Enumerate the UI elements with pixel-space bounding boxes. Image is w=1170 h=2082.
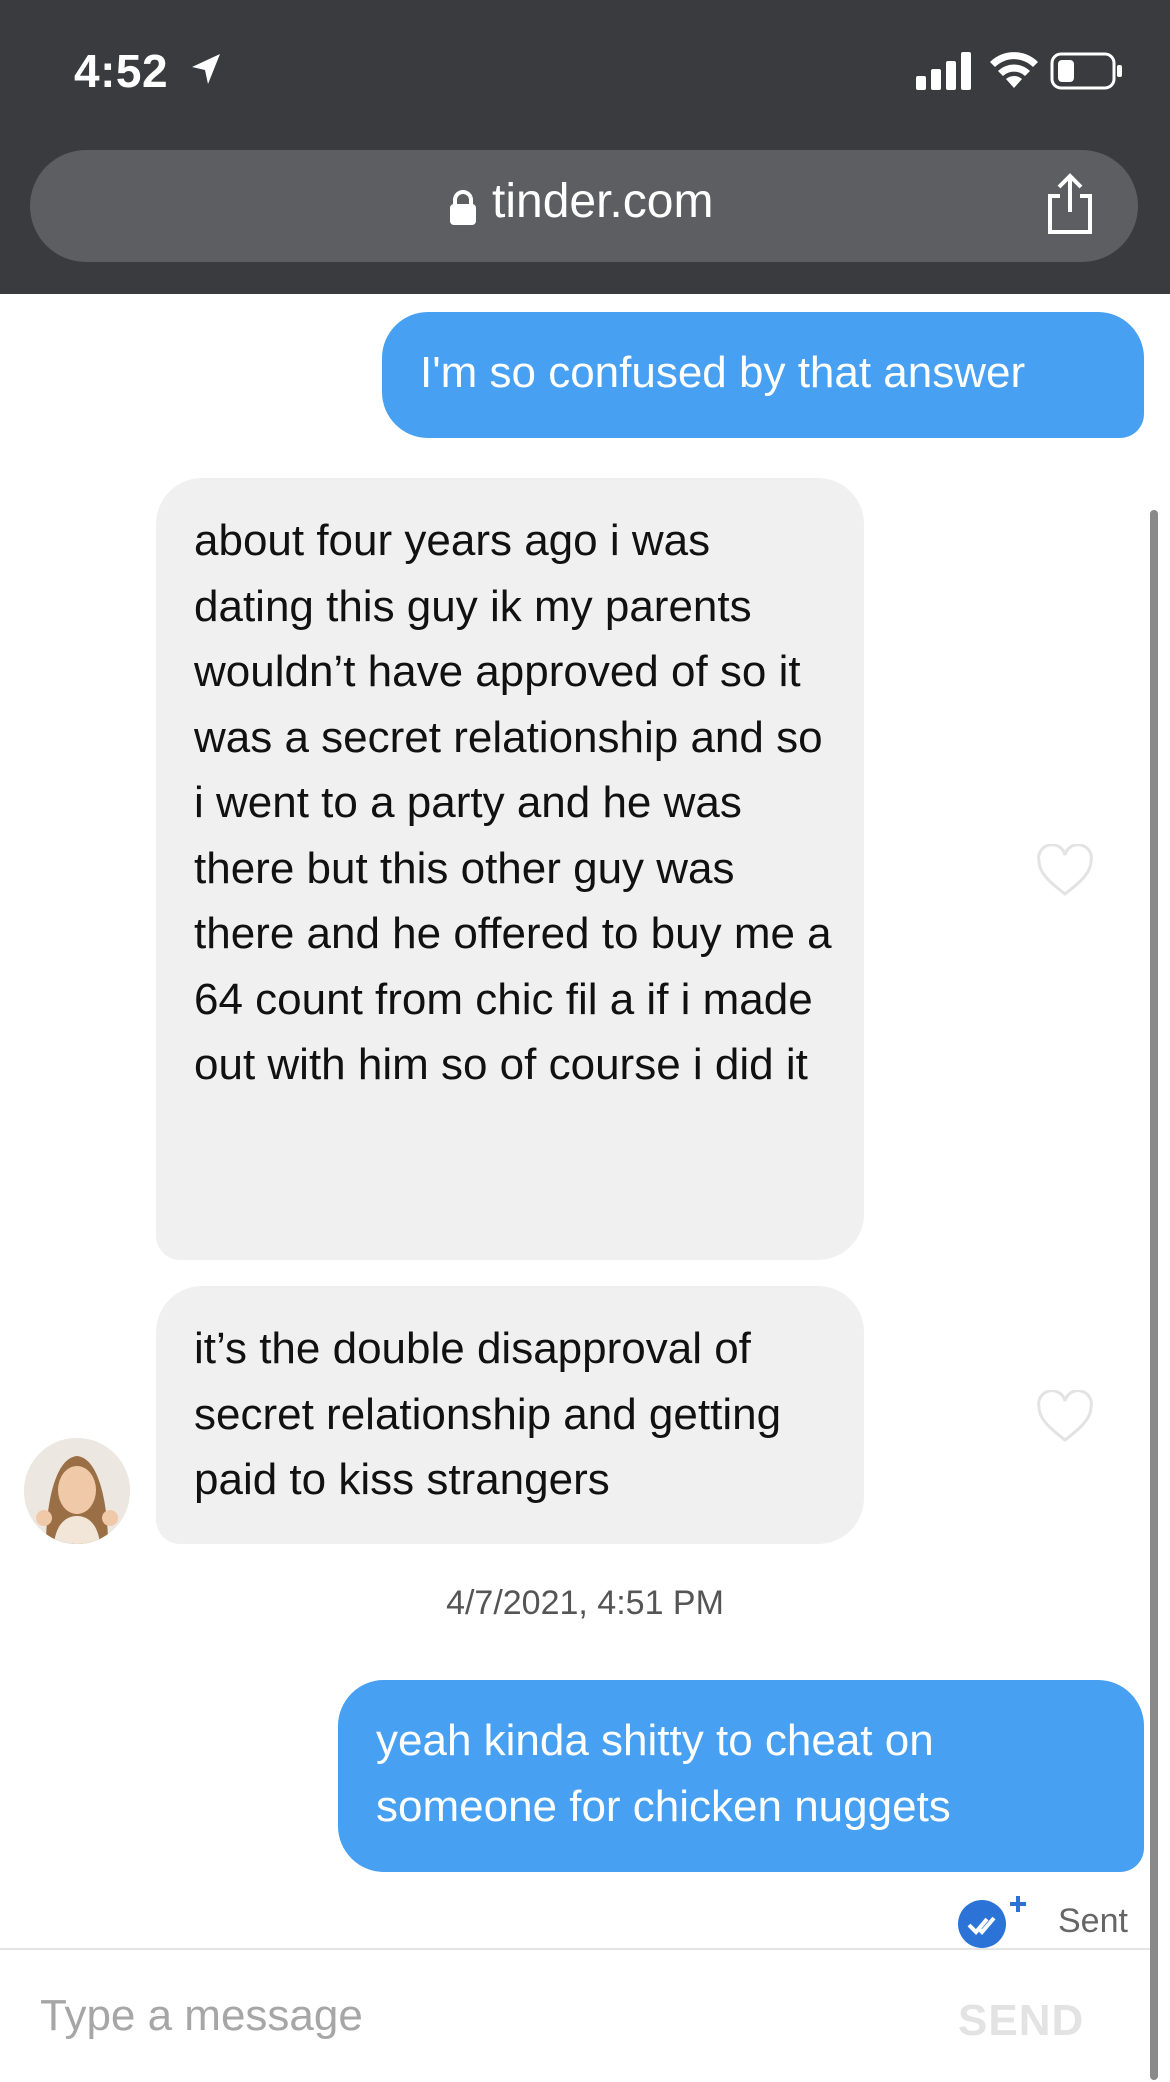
send-button[interactable]: SEND — [958, 1996, 1084, 2046]
wifi-icon — [990, 52, 1038, 88]
match-avatar[interactable] — [24, 1438, 130, 1544]
cellular-signal-icon — [916, 52, 971, 90]
scrollbar[interactable] — [1150, 510, 1158, 2080]
outgoing-message[interactable]: yeah kinda shitty to cheat on someone fo… — [338, 1680, 1144, 1872]
browser-chrome: 4:52 tinder.com — [0, 0, 1170, 294]
like-heart-icon[interactable] — [1036, 1390, 1094, 1444]
location-arrow-icon — [192, 54, 220, 84]
lock-icon — [450, 190, 476, 225]
like-heart-icon[interactable] — [1036, 844, 1094, 898]
message-timestamp: 4/7/2021, 4:51 PM — [446, 1584, 724, 1622]
status-time: 4:52 — [74, 45, 169, 97]
incoming-message[interactable]: about four years ago i was dating this g… — [156, 478, 864, 1260]
incoming-message[interactable]: it’s the double disapproval of secret re… — [156, 1286, 864, 1544]
sent-check-icon — [958, 1896, 1026, 1948]
message-composer: SEND — [0, 1948, 1150, 2082]
outgoing-message[interactable]: I'm so confused by that answer — [382, 312, 1144, 438]
battery-icon — [1050, 52, 1122, 90]
address-bar[interactable]: tinder.com — [30, 150, 1138, 262]
share-icon[interactable] — [1042, 172, 1098, 236]
url-text: tinder.com — [492, 175, 714, 228]
profile-photo-icon — [24, 1438, 130, 1544]
delivery-status: Sent — [1058, 1902, 1128, 1940]
message-input[interactable] — [38, 1980, 902, 2052]
